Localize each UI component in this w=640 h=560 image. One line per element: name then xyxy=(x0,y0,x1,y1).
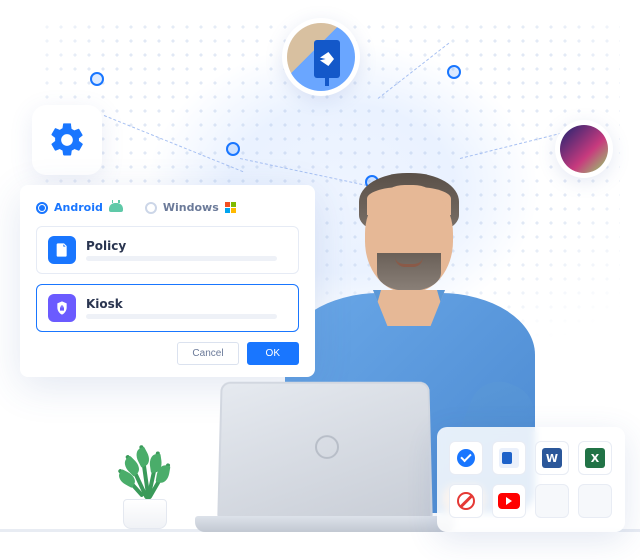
policy-dialog: Android Windows Policy Kiosk Cancel OK xyxy=(20,185,315,377)
plant-illustration xyxy=(105,434,185,529)
row-policy[interactable]: Policy xyxy=(36,226,299,274)
app-youtube[interactable] xyxy=(492,484,526,518)
radio-icon xyxy=(36,202,48,214)
check-icon xyxy=(457,449,475,467)
signage-icon xyxy=(314,40,340,78)
placeholder-bar xyxy=(86,314,277,319)
block-icon xyxy=(457,492,475,510)
allowed-indicator xyxy=(449,441,483,475)
app-empty-slot xyxy=(578,484,612,518)
apps-panel: W X xyxy=(437,427,625,532)
row-label: Policy xyxy=(86,239,287,253)
app-outlook[interactable] xyxy=(492,441,526,475)
settings-card xyxy=(32,105,102,175)
cancel-button[interactable]: Cancel xyxy=(177,342,238,365)
policy-icon xyxy=(48,236,76,264)
app-word[interactable]: W xyxy=(535,441,569,475)
blocked-indicator xyxy=(449,484,483,518)
laptop-illustration xyxy=(195,372,455,532)
outlook-icon xyxy=(499,448,519,468)
tab-label: Windows xyxy=(163,201,219,214)
allowed-apps-row: W X xyxy=(449,441,613,475)
map-node xyxy=(90,72,104,86)
excel-icon: X xyxy=(585,448,605,468)
radio-icon xyxy=(145,202,157,214)
tab-windows[interactable]: Windows xyxy=(145,201,236,214)
placeholder-bar xyxy=(86,256,277,261)
tab-label: Android xyxy=(54,201,103,214)
map-node xyxy=(226,142,240,156)
row-kiosk[interactable]: Kiosk xyxy=(36,284,299,332)
blocked-apps-row xyxy=(449,484,613,518)
word-icon: W xyxy=(542,448,562,468)
ok-button[interactable]: OK xyxy=(247,342,299,365)
gear-icon xyxy=(47,120,87,160)
tab-android[interactable]: Android xyxy=(36,201,123,214)
app-excel[interactable]: X xyxy=(578,441,612,475)
os-tabs: Android Windows xyxy=(36,201,299,214)
map-node xyxy=(447,65,461,79)
row-label: Kiosk xyxy=(86,297,287,311)
youtube-icon xyxy=(498,493,520,509)
android-icon xyxy=(109,203,123,212)
windows-icon xyxy=(225,202,236,213)
signage-device-bubble xyxy=(282,18,360,96)
app-empty-slot xyxy=(535,484,569,518)
kiosk-icon xyxy=(48,294,76,322)
phone-device-bubble xyxy=(555,120,613,178)
